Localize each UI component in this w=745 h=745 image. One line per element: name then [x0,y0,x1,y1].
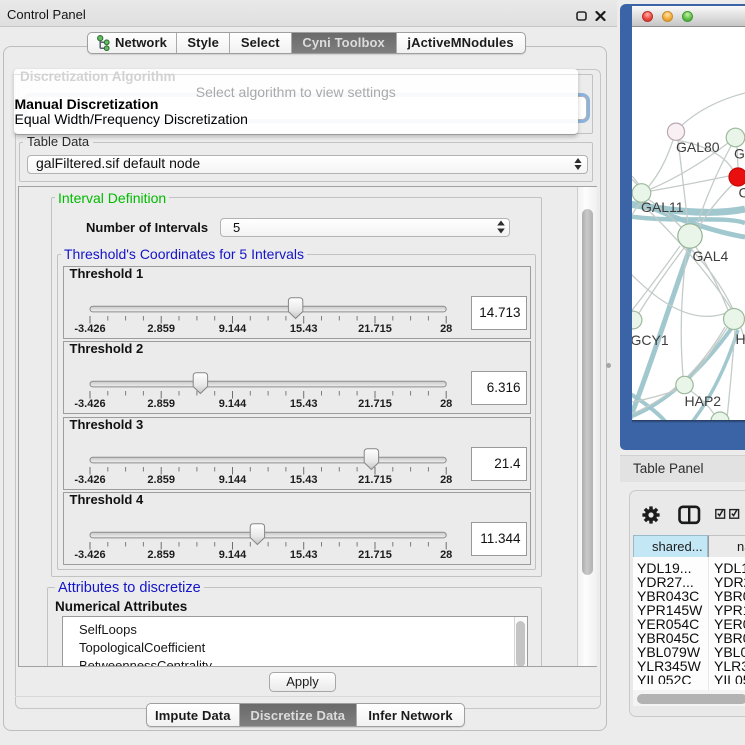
svg-text:15.43: 15.43 [289,473,317,485]
svg-text:28: 28 [440,473,452,485]
svg-text:21.715: 21.715 [358,322,392,334]
svg-text:HAP2: HAP2 [685,393,722,409]
svg-text:2.859: 2.859 [147,549,175,561]
svg-text:21.715: 21.715 [358,549,392,561]
svg-text:CY: CY [739,185,745,201]
svg-text:9.144: 9.144 [218,398,246,410]
svg-text:GA: GA [734,146,745,162]
svg-text:9.144: 9.144 [218,473,246,485]
svg-text:GAL80: GAL80 [676,139,720,155]
svg-text:15.43: 15.43 [289,398,317,410]
svg-text:-3.426: -3.426 [74,549,105,561]
svg-text:28: 28 [440,322,452,334]
svg-text:GAL4: GAL4 [693,248,729,264]
svg-text:GCY1: GCY1 [632,332,669,348]
svg-text:GAL11: GAL11 [641,199,684,215]
svg-text:21.715: 21.715 [358,473,392,485]
svg-text:2.859: 2.859 [147,473,175,485]
svg-text:2.859: 2.859 [147,398,175,410]
svg-text:28: 28 [440,549,452,561]
svg-text:9.144: 9.144 [218,549,246,561]
svg-text:HI: HI [736,331,745,347]
svg-text:21.715: 21.715 [358,398,392,410]
svg-text:15.43: 15.43 [289,322,317,334]
svg-text:9.144: 9.144 [218,322,246,334]
svg-text:-3.426: -3.426 [74,322,105,334]
svg-text:15.43: 15.43 [289,549,317,561]
svg-text:-3.426: -3.426 [74,473,105,485]
svg-text:-3.426: -3.426 [74,398,105,410]
svg-text:2.859: 2.859 [147,322,175,334]
svg-text:28: 28 [440,398,452,410]
